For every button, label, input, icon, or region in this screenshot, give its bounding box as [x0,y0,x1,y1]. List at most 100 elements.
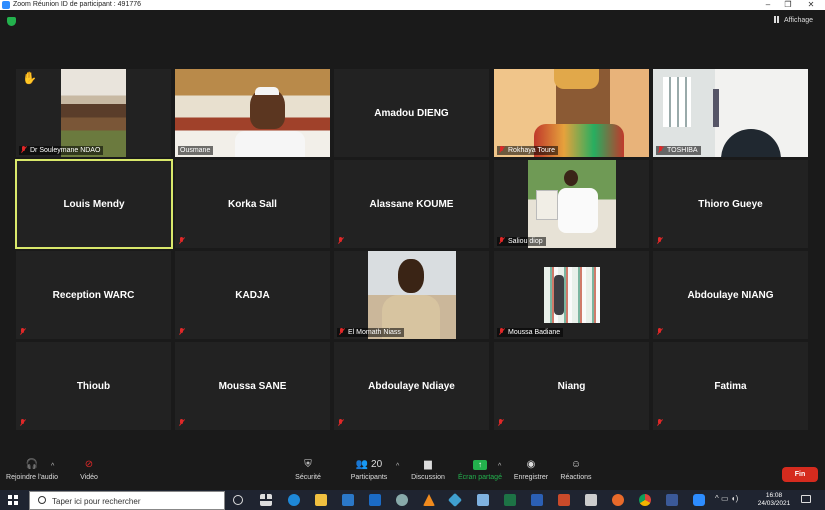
participant-tile[interactable]: Thioub [16,342,171,430]
view-button[interactable]: Affichage [774,16,813,26]
taskbar-search-input[interactable] [52,494,222,508]
muted-mic-icon [338,419,344,426]
participants-count: 20 [371,459,383,470]
participant-tile[interactable]: Ousmane [175,69,330,157]
muted-mic-icon [498,419,504,426]
file-explorer-icon[interactable] [315,494,327,506]
participant-name: Alassane KOUME [369,198,454,210]
participant-name: Moussa Badiane [497,328,564,337]
participant-name: Dr Souleymane NDAO [19,146,104,155]
minimize-icon[interactable]: – [761,0,775,10]
participant-tile[interactable]: ✋ Dr Souleymane NDAO [16,69,171,157]
participant-tile[interactable]: Korka Sall [175,160,330,248]
calculator-icon[interactable] [585,494,597,506]
notifications-icon[interactable] [801,495,811,503]
cortana-icon[interactable] [233,495,243,505]
participant-tile[interactable]: Abdoulaye Ndiaye [334,342,489,430]
participant-name: Thioub [76,380,111,392]
security-button[interactable]: ⛨ Sécurité [290,460,326,482]
word-icon[interactable] [531,494,543,506]
excel-icon[interactable] [504,494,516,506]
store-icon[interactable] [342,494,354,506]
video-feed-garment [235,131,305,157]
windows-start-icon[interactable] [8,495,18,505]
video-feed-book [536,190,558,220]
shield-icon: ⛨ [304,459,312,470]
taskbar-clock[interactable]: 16:08 24/03/2021 [752,492,796,508]
participant-name: Abdoulaye NIANG [687,289,774,301]
video-off-icon: ⊘ [84,459,94,470]
muted-mic-icon [179,328,185,335]
participants-button[interactable]: 👥 20 Participants [346,460,392,482]
participant-tile[interactable]: Niang [494,342,649,430]
app-icon-2[interactable] [666,494,678,506]
muted-mic-icon [499,237,505,244]
muted-mic-icon [657,419,663,426]
share-screen-button[interactable]: ↑ Écran partagé [458,460,502,482]
app-icon[interactable] [477,494,489,506]
record-icon: ◉ [526,459,536,470]
participant-tile[interactable]: Moussa Badiane [494,251,649,339]
participant-tile[interactable]: KADJA [175,251,330,339]
participant-name: Niang [557,380,586,392]
muted-mic-icon [339,328,345,335]
edge-icon[interactable] [288,494,300,506]
grid-icon [774,16,781,23]
firefox-icon[interactable] [612,494,624,506]
task-view-icon[interactable] [260,494,272,506]
participant-tile[interactable]: Alassane KOUME [334,160,489,248]
video-button[interactable]: ⊘ Vidéo [72,460,106,482]
zoom-taskbar-icon[interactable] [693,494,705,506]
system-tray-icons[interactable]: ^ ▭ ◖) [715,494,738,503]
audio-options-caret-icon[interactable]: ^ [51,463,54,470]
participant-name: El Momath Niass [337,328,404,337]
participant-tile[interactable]: Fatima [653,342,808,430]
participant-name: Louis Mendy [63,198,125,210]
chat-button[interactable]: ▆ Discussion [410,460,446,482]
participant-name: Abdoulaye Ndiaye [368,380,455,392]
video-feed [544,267,600,323]
encryption-shield-icon[interactable] [7,17,16,26]
settings-gear-icon[interactable] [396,494,408,506]
participant-tile[interactable]: El Momath Niass [334,251,489,339]
view-label: Affichage [784,17,814,24]
participant-name: Amadou DIENG [374,107,449,119]
muted-mic-icon [179,419,185,426]
powerpoint-icon[interactable] [558,494,570,506]
participant-tile[interactable]: Rokhaya Toure [494,69,649,157]
muted-mic-icon [657,328,663,335]
raised-hand-icon: ✋ [22,71,37,85]
chat-bubble-icon: ▆ [424,459,432,470]
muted-mic-icon [499,328,505,335]
participant-tile[interactable]: TOSHIBA [653,69,808,157]
participant-tile[interactable]: Abdoulaye NIANG [653,251,808,339]
chrome-icon[interactable] [639,494,651,506]
participant-tile[interactable]: Reception WARC [16,251,171,339]
record-button[interactable]: ◉ Enregistrer [512,460,550,482]
muted-mic-icon [20,328,26,335]
participant-tile[interactable]: Moussa SANE [175,342,330,430]
search-icon [38,496,46,504]
close-icon[interactable]: ✕ [804,0,818,10]
participant-tile[interactable]: Saliou diop [494,160,649,248]
reactions-button[interactable]: ☺ Réactions [558,460,594,482]
participant-name: KADJA [235,289,270,301]
muted-mic-icon [20,419,26,426]
participant-tile-active-speaker[interactable]: Louis Mendy [15,159,173,249]
participant-tile[interactable]: Thioro Gueye [653,160,808,248]
participant-name: Saliou diop [497,237,546,246]
participant-tile[interactable]: Amadou DIENG [334,69,489,157]
taskbar-search[interactable] [29,491,225,510]
participant-name: Fatima [714,380,747,392]
video-feed-person-head [398,259,424,293]
window-title: Zoom Réunion ID de participant : 491776 [13,1,142,8]
participant-name: Moussa SANE [218,380,287,392]
participant-name: Korka Sall [228,198,277,210]
share-options-caret-icon[interactable]: ^ [498,463,501,470]
participant-name: Rokhaya Toure [497,146,558,155]
end-meeting-button[interactable]: Fin [782,467,818,482]
restore-icon[interactable]: ❐ [781,0,795,10]
participants-options-caret-icon[interactable]: ^ [396,463,399,470]
video-feed-person [250,89,285,129]
mail-icon[interactable] [369,494,381,506]
